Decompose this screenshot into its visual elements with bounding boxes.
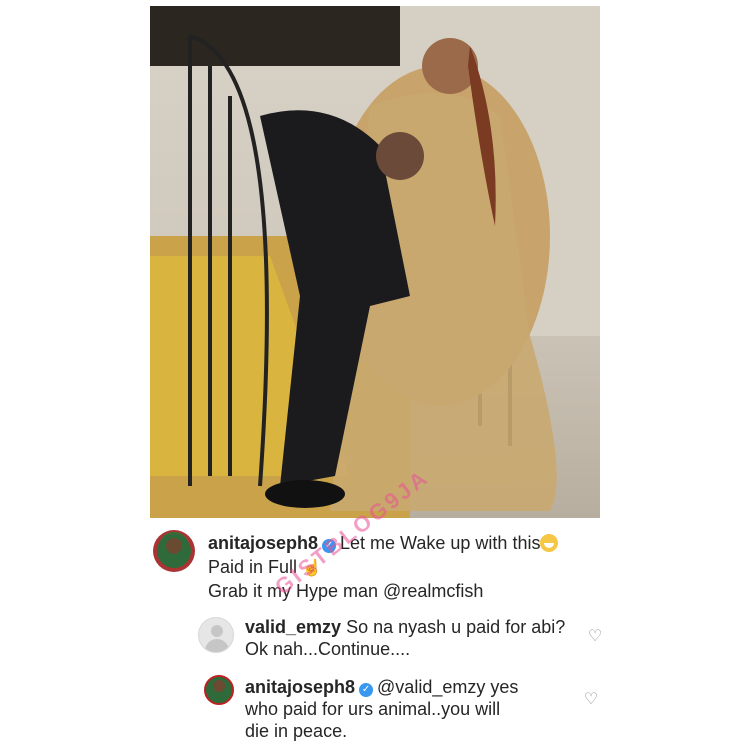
comment-1-text-1: So na nyash u paid for abi?: [346, 617, 566, 637]
comment-1-username[interactable]: valid_emzy: [245, 617, 341, 637]
caption-text-1: Let me Wake up with this: [340, 533, 541, 553]
photo-illustration: [150, 6, 600, 518]
comment-2-text-1: @valid_emzy yes: [377, 677, 519, 697]
comment-2-username[interactable]: anitajoseph8: [245, 677, 355, 697]
comment-2-line-1: anitajoseph8 ✓ @valid_emzy yes: [245, 676, 518, 698]
comment-2-line-3: die in peace.: [245, 720, 347, 742]
comment-2-line-2: who paid for urs animal..you will: [245, 698, 500, 720]
author-username[interactable]: anitajoseph8: [208, 533, 318, 553]
smile-emoji: [540, 534, 559, 552]
caption-line-1: anitajoseph8 ✓ Let me Wake up with this: [208, 532, 559, 554]
reply-author-avatar[interactable]: [204, 675, 234, 705]
author-avatar[interactable]: [153, 530, 195, 572]
comment-2-text-2: who paid for urs animal..you will: [245, 699, 501, 719]
comment-2-text-3: die in peace.: [245, 721, 348, 741]
caption-text-3: Grab it my Hype man @realmcfish: [208, 581, 484, 601]
heart-icon[interactable]: ♡: [583, 692, 599, 708]
post-photo: [150, 6, 600, 518]
default-avatar-icon: [211, 625, 223, 637]
comment-1-line-1: valid_emzy So na nyash u paid for abi?: [245, 616, 565, 638]
caption-line-3: Grab it my Hype man @realmcfish: [208, 580, 483, 602]
verified-icon: ✓: [359, 683, 374, 697]
commenter-avatar[interactable]: [198, 617, 234, 653]
comment-1-line-2: Ok nah...Continue....: [245, 638, 410, 660]
comment-1-text-2: Ok nah...Continue....: [245, 639, 411, 659]
heart-icon[interactable]: ♡: [587, 629, 603, 645]
